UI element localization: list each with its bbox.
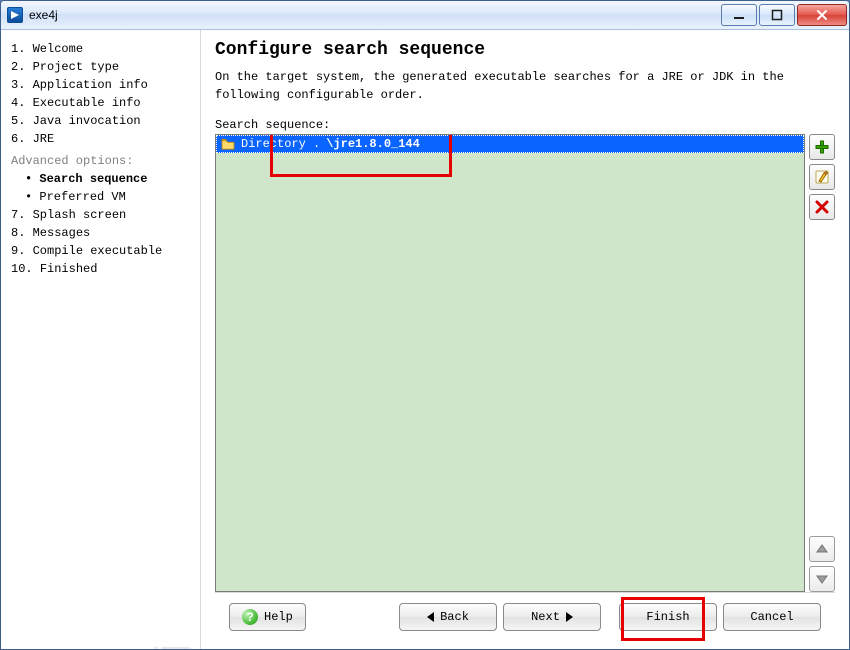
add-button[interactable] — [809, 134, 835, 160]
back-label: Back — [440, 610, 469, 624]
sequence-label: Search sequence: — [215, 118, 835, 132]
window-controls — [719, 4, 847, 26]
wizard-sidebar: 1. Welcome 2. Project type 3. Applicatio… — [1, 30, 201, 649]
help-label: Help — [264, 610, 293, 624]
window-title: exe4j — [29, 8, 58, 22]
triangle-left-icon — [427, 612, 434, 622]
advanced-options-label: Advanced options: — [11, 148, 190, 170]
title-left: exe4j — [7, 7, 58, 23]
search-sequence-list[interactable]: Directory . \jre1.8.0_144 — [215, 134, 805, 592]
cancel-label: Cancel — [750, 610, 793, 624]
app-window: exe4j 1. Welcome 2. Project type 3. Appl… — [0, 0, 850, 650]
list-item-path: \jre1.8.0_144 — [326, 137, 420, 151]
main-panel: Configure search sequence On the target … — [201, 30, 849, 649]
back-button[interactable]: Back — [399, 603, 497, 631]
step-java-invocation[interactable]: 5. Java invocation — [11, 112, 190, 130]
folder-icon — [221, 138, 235, 150]
page-description: On the target system, the generated exec… — [215, 68, 835, 104]
move-down-button[interactable] — [809, 566, 835, 592]
finish-label: Finish — [646, 610, 689, 624]
step-application-info[interactable]: 3. Application info — [11, 76, 190, 94]
step-executable-info[interactable]: 4. Executable info — [11, 94, 190, 112]
wizard-button-bar: ? Help Back Next Finish — [215, 592, 835, 641]
titlebar: exe4j — [1, 1, 849, 30]
maximize-button[interactable] — [759, 4, 795, 26]
step-messages[interactable]: 8. Messages — [11, 224, 190, 242]
finish-button[interactable]: Finish — [619, 603, 717, 631]
content-body: 1. Welcome 2. Project type 3. Applicatio… — [1, 30, 849, 649]
app-icon — [7, 7, 23, 23]
edit-button[interactable] — [809, 164, 835, 190]
list-toolbar — [809, 134, 835, 592]
step-jre[interactable]: 6. JRE — [11, 130, 190, 148]
step-compile-executable[interactable]: 9. Compile executable — [11, 242, 190, 260]
minimize-button[interactable] — [721, 4, 757, 26]
page-heading: Configure search sequence — [215, 40, 835, 60]
close-button[interactable] — [797, 4, 847, 26]
help-button[interactable]: ? Help — [229, 603, 306, 631]
nav-button-group: Back Next Finish Cancel — [399, 603, 821, 631]
remove-button[interactable] — [809, 194, 835, 220]
cancel-button[interactable]: Cancel — [723, 603, 821, 631]
step-welcome[interactable]: 1. Welcome — [11, 40, 190, 58]
list-item-prefix: Directory . — [241, 137, 320, 151]
triangle-right-icon — [566, 612, 573, 622]
substep-preferred-vm[interactable]: Preferred VM — [11, 188, 190, 206]
substep-search-sequence[interactable]: Search sequence — [11, 170, 190, 188]
next-label: Next — [531, 610, 560, 624]
move-up-button[interactable] — [809, 536, 835, 562]
sequence-area: Directory . \jre1.8.0_144 — [215, 134, 835, 592]
help-icon: ? — [242, 609, 258, 625]
watermark: exe4j — [146, 643, 194, 650]
step-finished[interactable]: 10. Finished — [11, 260, 190, 278]
step-splash-screen[interactable]: 7. Splash screen — [11, 206, 190, 224]
step-project-type[interactable]: 2. Project type — [11, 58, 190, 76]
next-button[interactable]: Next — [503, 603, 601, 631]
list-item[interactable]: Directory . \jre1.8.0_144 — [216, 135, 804, 153]
